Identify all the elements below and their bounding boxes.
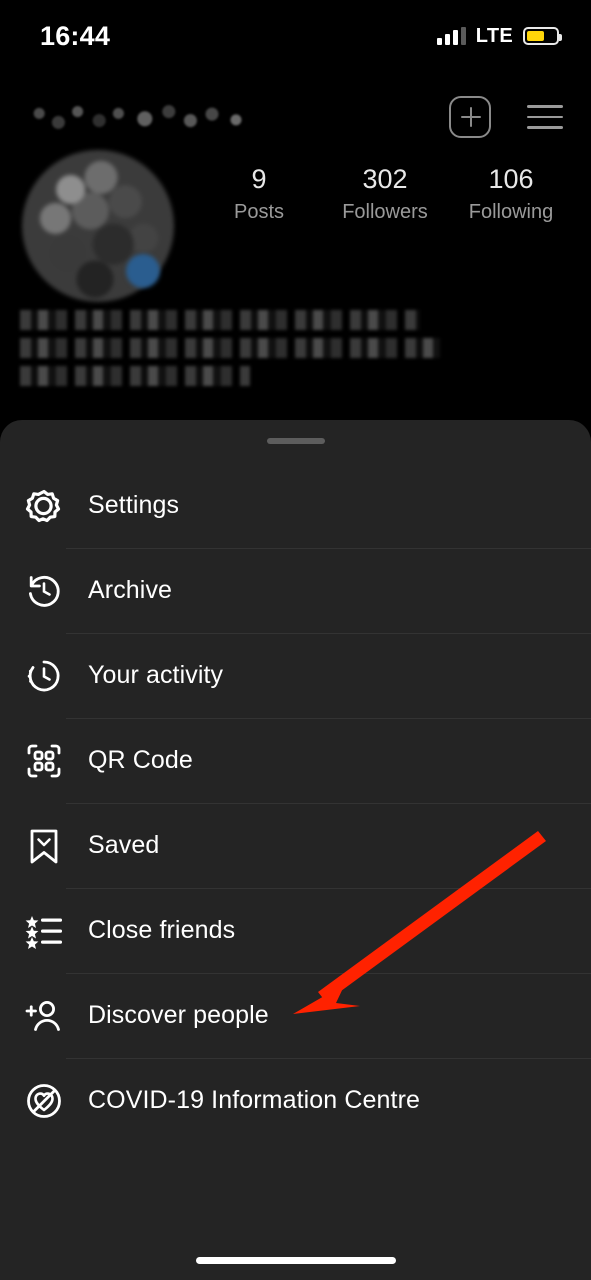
gear-icon bbox=[22, 484, 66, 528]
stat-followers[interactable]: 302 Followers bbox=[322, 162, 448, 226]
menu-item-label: Discover people bbox=[88, 1001, 269, 1029]
status-time: 16:44 bbox=[40, 20, 111, 51]
menu-item-label: Close friends bbox=[88, 916, 236, 944]
menu-item-saved[interactable]: Saved bbox=[0, 803, 591, 888]
menu-item-label: Saved bbox=[88, 831, 160, 859]
menu-item-close-friends[interactable]: Close friends bbox=[0, 888, 591, 973]
menu-item-label: QR Code bbox=[88, 746, 193, 774]
menu-item-qr-code[interactable]: QR Code bbox=[0, 718, 591, 803]
menu-item-covid-info[interactable]: COVID-19 Information Centre bbox=[0, 1058, 591, 1143]
menu-item-label: Your activity bbox=[88, 661, 224, 689]
menu-item-label: Settings bbox=[88, 491, 180, 519]
stat-following[interactable]: 106 Following bbox=[448, 162, 574, 226]
status-indicators: LTE bbox=[436, 24, 562, 48]
menu-item-label: COVID-19 Information Centre bbox=[88, 1086, 420, 1114]
stat-following-label: Following bbox=[468, 201, 554, 223]
signal-bars-icon bbox=[436, 27, 466, 45]
battery-icon bbox=[523, 27, 562, 45]
menu-item-discover-people[interactable]: Discover people bbox=[0, 973, 591, 1058]
heart-circle-icon bbox=[22, 1079, 66, 1123]
username-redacted[interactable] bbox=[20, 99, 260, 135]
drag-handle[interactable] bbox=[266, 438, 325, 444]
qr-code-icon bbox=[22, 739, 66, 783]
clock-rewind-icon bbox=[22, 569, 66, 613]
stat-posts[interactable]: 9 Posts bbox=[196, 162, 322, 226]
menu-item-label: Archive bbox=[88, 576, 173, 604]
network-type-label: LTE bbox=[475, 24, 513, 47]
stat-posts-value: 9 bbox=[251, 164, 267, 194]
bookmark-icon bbox=[22, 824, 66, 868]
stat-followers-value: 302 bbox=[362, 164, 408, 194]
hamburger-menu-icon[interactable] bbox=[527, 105, 563, 129]
profile-summary: 9 Posts 302 Followers 106 Following bbox=[0, 150, 591, 310]
menu-item-your-activity[interactable]: Your activity bbox=[0, 633, 591, 718]
profile-nav-bar bbox=[0, 84, 591, 150]
plus-square-icon[interactable] bbox=[449, 96, 491, 138]
menu-item-archive[interactable]: Archive bbox=[0, 548, 591, 633]
activity-clock-icon bbox=[22, 654, 66, 698]
menu-list: Settings Archive Your activity QR Code S… bbox=[0, 463, 591, 1143]
person-add-icon bbox=[22, 994, 66, 1038]
bottom-sheet-menu: Settings Archive Your activity QR Code S… bbox=[0, 420, 591, 1280]
profile-header: 9 Posts 302 Followers 106 Following bbox=[0, 72, 591, 420]
avatar-badge-icon[interactable] bbox=[126, 254, 160, 288]
home-indicator bbox=[195, 1257, 396, 1264]
status-bar: 16:44 LTE bbox=[0, 0, 591, 72]
nav-actions bbox=[449, 96, 563, 138]
profile-stats: 9 Posts 302 Followers 106 Following bbox=[196, 162, 576, 226]
menu-item-settings[interactable]: Settings bbox=[0, 463, 591, 548]
stat-followers-label: Followers bbox=[342, 201, 428, 223]
stat-posts-label: Posts bbox=[233, 201, 285, 223]
phone-screen: 16:44 LTE 9 Posts 302 Followers 106 Foll… bbox=[0, 0, 591, 1280]
profile-bio-redacted bbox=[20, 310, 450, 394]
stat-following-value: 106 bbox=[488, 164, 534, 194]
star-list-icon bbox=[22, 909, 66, 953]
